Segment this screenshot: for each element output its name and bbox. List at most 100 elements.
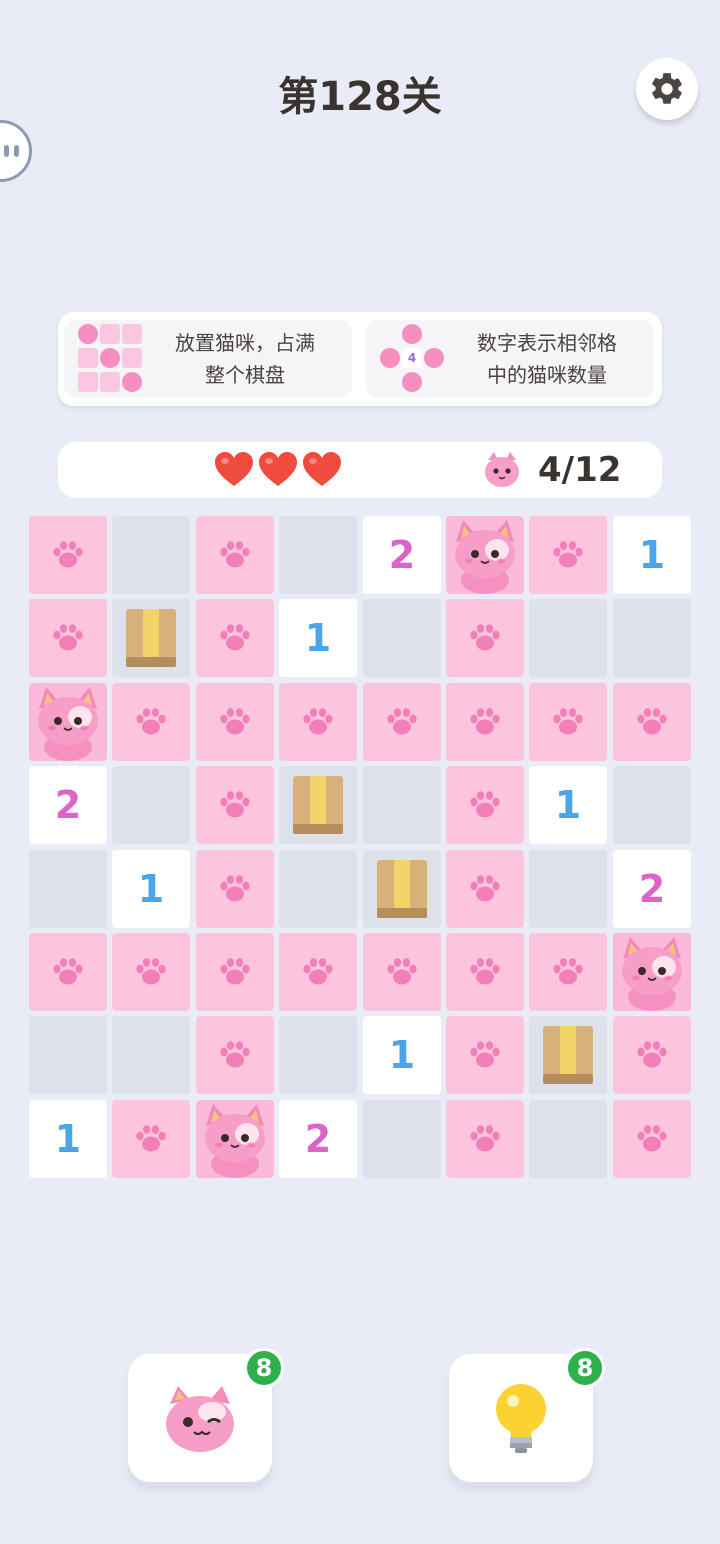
- paw-icon: [136, 1125, 166, 1152]
- paw-cell[interactable]: [446, 850, 524, 928]
- paw-icon: [303, 958, 333, 985]
- empty-cell[interactable]: [363, 766, 441, 844]
- tool-count-badge: 8: [244, 1348, 284, 1388]
- paw-icon: [637, 708, 667, 735]
- rule-text: 放置猫咪，占满 整个棋盘: [175, 331, 315, 387]
- paw-cell[interactable]: [196, 683, 274, 761]
- game-board: 2112112112: [29, 516, 691, 1178]
- empty-cell[interactable]: [363, 1100, 441, 1178]
- paw-cell[interactable]: [446, 599, 524, 677]
- number-cell[interactable]: 2: [29, 766, 107, 844]
- paw-cell[interactable]: [196, 766, 274, 844]
- paw-cell[interactable]: [196, 850, 274, 928]
- paw-icon: [220, 541, 250, 568]
- box-cell[interactable]: [529, 1016, 607, 1094]
- cat-cell[interactable]: [446, 516, 524, 594]
- settings-button[interactable]: [636, 58, 698, 120]
- paw-cell[interactable]: [446, 933, 524, 1011]
- paw-cell[interactable]: [196, 516, 274, 594]
- rule-text: 数字表示相邻格 中的猫咪数量: [477, 331, 617, 387]
- paw-cell[interactable]: [112, 683, 190, 761]
- number-cell[interactable]: 1: [29, 1100, 107, 1178]
- rule-adjacent-count: 4 数字表示相邻格 中的猫咪数量: [366, 320, 654, 398]
- paw-cell[interactable]: [279, 683, 357, 761]
- empty-cell[interactable]: [29, 850, 107, 928]
- paw-cell[interactable]: [446, 1016, 524, 1094]
- empty-cell[interactable]: [279, 516, 357, 594]
- number-cell[interactable]: 1: [363, 1016, 441, 1094]
- empty-cell[interactable]: [279, 850, 357, 928]
- hint-count-badge: 8: [565, 1348, 605, 1388]
- paw-cell[interactable]: [29, 599, 107, 677]
- number-cell[interactable]: 2: [363, 516, 441, 594]
- paw-icon: [470, 624, 500, 651]
- empty-cell[interactable]: [363, 599, 441, 677]
- box-cell[interactable]: [363, 850, 441, 928]
- number-cell[interactable]: 2: [279, 1100, 357, 1178]
- empty-cell[interactable]: [529, 850, 607, 928]
- paw-icon: [387, 708, 417, 735]
- empty-cell[interactable]: [112, 1016, 190, 1094]
- paw-cell[interactable]: [196, 933, 274, 1011]
- paw-cell[interactable]: [529, 516, 607, 594]
- paw-cell[interactable]: [112, 933, 190, 1011]
- empty-cell[interactable]: [529, 1100, 607, 1178]
- place-cat-tool-button[interactable]: 8: [128, 1348, 284, 1482]
- empty-cell[interactable]: [613, 599, 691, 677]
- paw-icon: [136, 708, 166, 735]
- paw-cell[interactable]: [112, 1100, 190, 1178]
- cat-cell[interactable]: [613, 933, 691, 1011]
- number-cell[interactable]: 1: [613, 516, 691, 594]
- paw-cell[interactable]: [196, 1016, 274, 1094]
- paw-cell[interactable]: [279, 933, 357, 1011]
- paw-cell[interactable]: [529, 933, 607, 1011]
- paw-cell[interactable]: [363, 683, 441, 761]
- box-cell[interactable]: [112, 599, 190, 677]
- number-cell[interactable]: 1: [279, 599, 357, 677]
- paw-cell[interactable]: [446, 683, 524, 761]
- paw-icon: [53, 958, 83, 985]
- paw-cell[interactable]: [529, 683, 607, 761]
- paw-cell[interactable]: [613, 683, 691, 761]
- side-menu-button[interactable]: [0, 120, 32, 182]
- cat-icon: [38, 687, 98, 761]
- number-cell[interactable]: 2: [613, 850, 691, 928]
- paw-cell[interactable]: [446, 766, 524, 844]
- paw-icon: [470, 1041, 500, 1068]
- winking-cat-icon: [166, 1386, 234, 1452]
- adjacent-number-icon: 4: [378, 324, 448, 394]
- box-cell[interactable]: [279, 766, 357, 844]
- paw-icon: [553, 541, 583, 568]
- number-cell[interactable]: 1: [529, 766, 607, 844]
- paw-cell[interactable]: [196, 599, 274, 677]
- lives: [214, 451, 342, 489]
- paw-icon: [470, 875, 500, 902]
- cat-cell[interactable]: [29, 683, 107, 761]
- cat-cell[interactable]: [196, 1100, 274, 1178]
- empty-cell[interactable]: [29, 1016, 107, 1094]
- empty-cell[interactable]: [279, 1016, 357, 1094]
- number-cell[interactable]: 1: [112, 850, 190, 928]
- example-number: 4: [402, 348, 422, 368]
- paw-cell[interactable]: [363, 933, 441, 1011]
- paw-cell[interactable]: [29, 933, 107, 1011]
- hint-button[interactable]: 8: [449, 1348, 605, 1482]
- paw-cell[interactable]: [613, 1100, 691, 1178]
- paw-icon: [470, 708, 500, 735]
- empty-cell[interactable]: [112, 516, 190, 594]
- paw-icon: [470, 958, 500, 985]
- empty-cell[interactable]: [613, 766, 691, 844]
- status-bar: 4/12: [58, 442, 662, 498]
- paw-icon: [387, 958, 417, 985]
- paw-cell[interactable]: [613, 1016, 691, 1094]
- paw-icon: [303, 708, 333, 735]
- box-icon: [543, 1026, 593, 1084]
- paw-icon: [220, 708, 250, 735]
- paw-cell[interactable]: [446, 1100, 524, 1178]
- paw-icon: [136, 958, 166, 985]
- cat-icon: [455, 520, 515, 594]
- paw-cell[interactable]: [29, 516, 107, 594]
- empty-cell[interactable]: [529, 599, 607, 677]
- level-title: 第128关: [278, 74, 442, 120]
- empty-cell[interactable]: [112, 766, 190, 844]
